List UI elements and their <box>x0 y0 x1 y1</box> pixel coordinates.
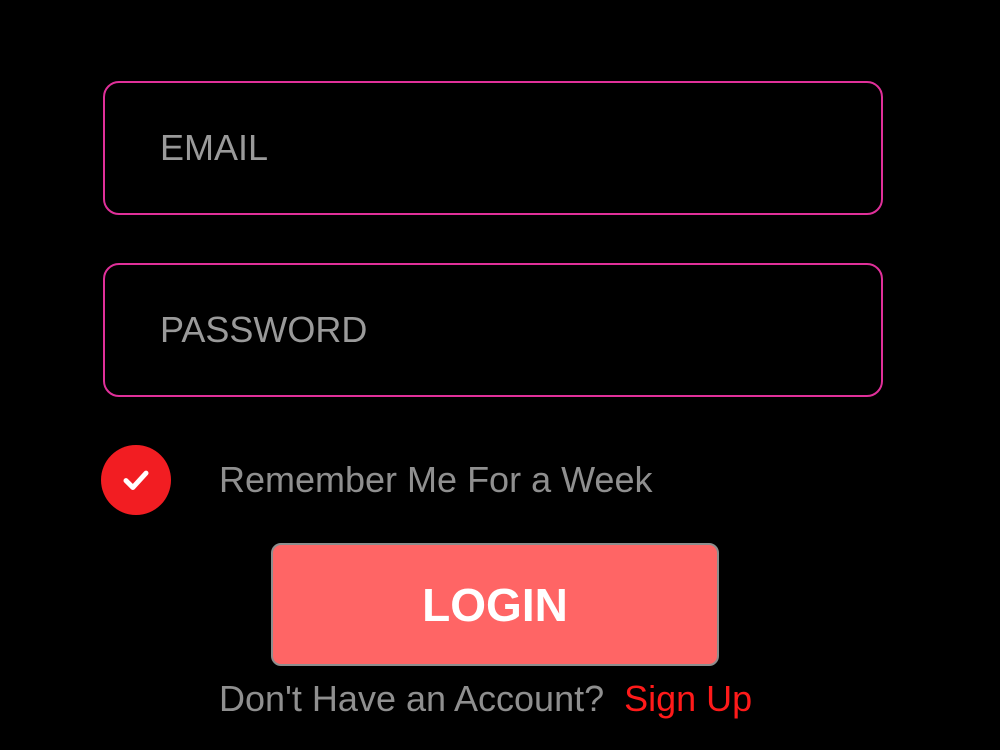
password-field[interactable] <box>103 263 883 397</box>
remember-me-checkbox[interactable] <box>101 445 171 515</box>
email-field[interactable] <box>103 81 883 215</box>
email-input[interactable] <box>160 127 881 169</box>
remember-me-label: Remember Me For a Week <box>219 459 653 500</box>
sign-up-link[interactable]: Sign Up <box>624 678 752 720</box>
signup-row: Don't Have an Account? Sign Up <box>219 674 752 724</box>
checkmark-icon <box>123 470 149 490</box>
login-button[interactable]: LOGIN <box>271 543 719 666</box>
password-input[interactable] <box>160 309 881 351</box>
signup-prompt-text: Don't Have an Account? <box>219 678 605 719</box>
remember-me-row: Remember Me For a Week <box>101 444 652 516</box>
